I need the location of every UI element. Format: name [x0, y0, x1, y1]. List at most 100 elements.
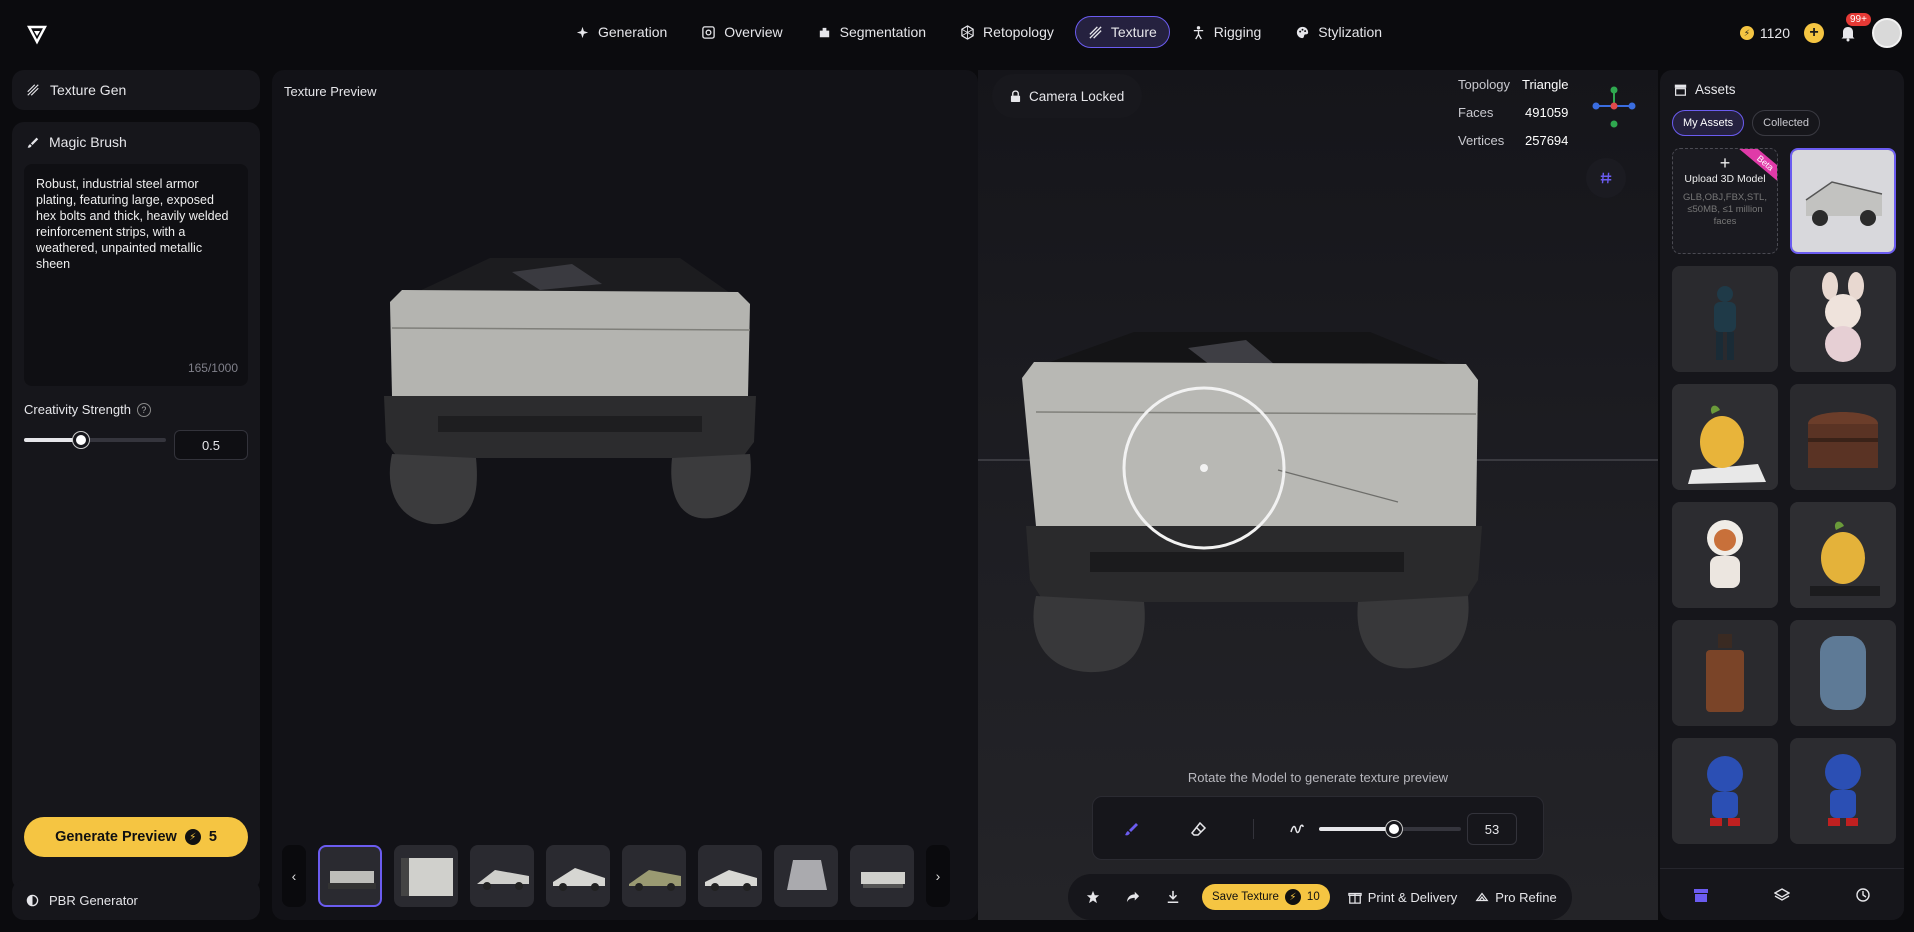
layers-icon[interactable] [1773, 887, 1790, 903]
save-texture-button[interactable]: Save Texture ⚡ 10 [1202, 884, 1330, 910]
eraser-tool[interactable] [1187, 817, 1211, 841]
favorite-button[interactable] [1082, 886, 1104, 908]
stat-faces: Faces 491059 [1458, 98, 1568, 126]
truck-thumb-icon [629, 870, 681, 891]
asset-fox-astronaut[interactable] [1672, 502, 1778, 608]
texture-gen-header: Texture Gen [12, 70, 260, 110]
print-delivery-button[interactable]: Print & Delivery [1347, 890, 1457, 905]
slider-thumb[interactable] [1386, 821, 1402, 837]
nav-retopology[interactable]: Retopology [947, 16, 1067, 48]
pbr-generator-button[interactable]: PBR Generator [12, 880, 260, 920]
truck-thumb-icon [861, 872, 905, 888]
preview-thumb[interactable] [394, 845, 458, 907]
notification-badge: 99+ [1846, 13, 1871, 26]
nav-rigging[interactable]: Rigging [1178, 16, 1274, 48]
preview-thumb[interactable] [774, 845, 838, 907]
assets-title: Assets [1695, 82, 1736, 97]
char-count: 165/1000 [187, 361, 238, 375]
download-button[interactable] [1162, 886, 1184, 908]
add-credits-button[interactable]: + [1804, 23, 1824, 43]
stat-key: Topology [1458, 76, 1511, 92]
asset-pear-creature-2[interactable] [1790, 502, 1896, 608]
slider-thumb[interactable] [73, 432, 89, 448]
nav-segmentation[interactable]: Segmentation [804, 16, 939, 48]
energy-icon: ⚡ [1284, 889, 1301, 905]
3d-viewport[interactable]: Camera Locked Topology Triangle Faces 4910… [978, 70, 1658, 920]
grid-toggle-button[interactable] [1586, 158, 1626, 198]
prev-arrow-icon[interactable]: ‹ [282, 845, 306, 907]
upload-subtitle: GLB,OBJ,FBX,STL, ≤50MB, ≤1 million faces [1683, 192, 1767, 227]
preview-thumb[interactable] [470, 845, 534, 907]
asset-bunny-creature[interactable] [1790, 266, 1896, 372]
asset-thumbnail [1790, 266, 1896, 372]
preview-thumb[interactable] [850, 845, 914, 907]
nav-overview[interactable]: Overview [688, 16, 795, 48]
stat-vertices: Vertices 257694 [1458, 126, 1568, 154]
strength-value-input[interactable]: 0.5 [174, 430, 248, 460]
asset-thumbnail [1790, 384, 1896, 490]
magic-brush-panel: Magic Brush Robust, industrial steel arm… [12, 122, 260, 890]
asset-thumbnail [1790, 738, 1896, 844]
asset-treasure-chest[interactable] [1790, 384, 1896, 490]
prompt-textarea[interactable]: Robust, industrial steel armor plating, … [24, 164, 248, 386]
panel-title: Texture Gen [50, 82, 127, 98]
asset-pear-creature[interactable] [1672, 384, 1778, 490]
generate-preview-button[interactable]: Generate Preview ⚡ 5 [24, 817, 248, 857]
camera-label: Camera Locked [1029, 88, 1125, 104]
axis-gizmo-icon[interactable] [1586, 78, 1642, 134]
preview-thumb[interactable] [698, 845, 762, 907]
asset-blue-cushion[interactable] [1790, 620, 1896, 726]
creativity-slider[interactable] [24, 432, 166, 448]
help-icon[interactable]: ? [136, 402, 151, 417]
nav-texture[interactable]: Texture [1074, 16, 1170, 48]
archive-icon[interactable] [1693, 887, 1709, 903]
magic-brush-header: Magic Brush [26, 134, 127, 150]
nav-generation[interactable]: Generation [562, 16, 680, 48]
pro-refine-button[interactable]: Pro Refine [1475, 889, 1557, 905]
upload-3d-model-button[interactable]: Beta + Upload 3D Model GLB,OBJ,FBX,STL, … [1672, 148, 1778, 254]
brush-size-slider[interactable] [1319, 821, 1461, 837]
asset-armored-figure[interactable] [1672, 266, 1778, 372]
asset-cybertruck[interactable] [1790, 148, 1896, 254]
toolbar-divider [1253, 819, 1254, 839]
tab-my-assets[interactable]: My Assets [1672, 110, 1745, 136]
coin-icon: ⚡ [1739, 26, 1754, 40]
preview-thumb[interactable] [318, 845, 382, 907]
lock-icon [1010, 89, 1021, 102]
preview-thumb[interactable] [546, 845, 610, 907]
history-icon[interactable] [1855, 887, 1871, 903]
preview-thumb[interactable] [622, 845, 686, 907]
tab-collected[interactable]: Collected [1752, 110, 1820, 136]
logo-icon[interactable] [26, 23, 48, 45]
asset-sonic-figure[interactable] [1672, 738, 1778, 844]
next-arrow-icon[interactable]: › [926, 845, 950, 907]
brush-toolbar: 53 [1092, 796, 1544, 860]
squiggle-icon [1290, 824, 1304, 834]
truck-thumb-icon [553, 868, 605, 891]
asset-grid: Beta + Upload 3D Model GLB,OBJ,FBX,STL, … [1672, 148, 1898, 844]
app-root: Generation Overview Segmentation Retopol… [0, 0, 1914, 932]
texture-preview-panel: Texture Preview ‹ › [272, 70, 978, 920]
asset-perfume-bottle[interactable] [1672, 620, 1778, 726]
save-label: Save Texture [1212, 891, 1279, 903]
camera-locked-button[interactable]: Camera Locked [992, 74, 1143, 118]
share-button[interactable] [1122, 886, 1144, 908]
notifications-button[interactable]: 99+ [1838, 13, 1871, 43]
brush-size-input[interactable]: 53 [1467, 813, 1517, 845]
energy-icon: ⚡ [184, 829, 201, 845]
magic-brush-tool[interactable] [1119, 817, 1143, 841]
truck-thumb-icon [787, 860, 827, 890]
nav-label: Retopology [983, 24, 1054, 40]
main-nav: Generation Overview Segmentation Retopol… [562, 16, 1395, 48]
brush-icon [27, 137, 39, 148]
nav-label: Overview [724, 24, 783, 40]
asset-sonic-figure-2[interactable] [1790, 738, 1896, 844]
nav-stylization[interactable]: Stylization [1282, 16, 1395, 48]
share-icon [1126, 891, 1140, 903]
mesh-stats: Topology Triangle Faces 491059 Vertices 257… [1458, 70, 1568, 154]
credit-balance[interactable]: ⚡ 1120 [1739, 25, 1790, 41]
refine-label: Pro Refine [1495, 889, 1557, 905]
slider-fill [1319, 827, 1394, 831]
texture-icon [1089, 25, 1102, 39]
avatar[interactable] [1872, 18, 1902, 48]
